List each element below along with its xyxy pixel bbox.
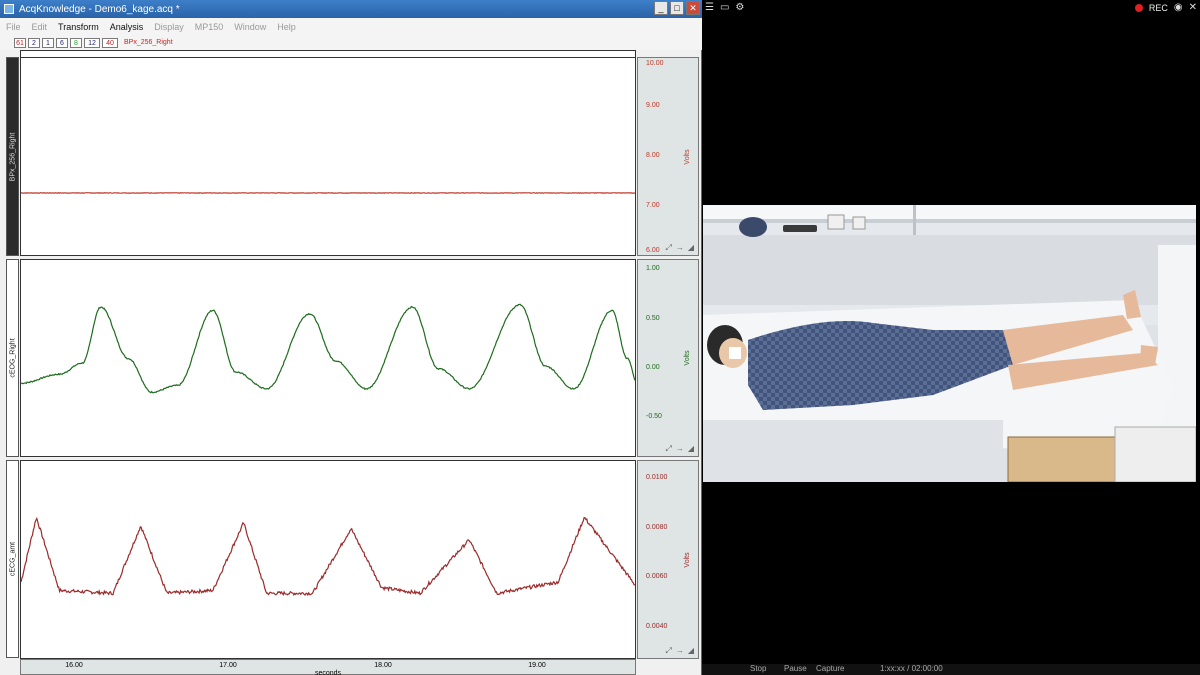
arrow-icon[interactable]: → — [676, 646, 684, 656]
scale-bpx[interactable]: 10.00 9.00 8.00 7.00 6.00 Volts ⤢ → ◢ — [637, 57, 699, 256]
scale-eog[interactable]: 1.00 0.50 0.00 -0.50 Volts ⤢ → ◢ — [637, 259, 699, 457]
menu-edit[interactable]: Edit — [32, 22, 48, 32]
camera-icon[interactable]: ◉ — [1174, 2, 1183, 13]
arrow-icon[interactable]: → — [676, 444, 684, 454]
window-title: AcqKnowledge - Demo6_kage.acq * — [19, 3, 180, 15]
desktop: AcqKnowledge - Demo6_kage.acq * _ □ ✕ Fi… — [0, 0, 1200, 675]
arrow-icon[interactable]: → — [676, 243, 684, 253]
toolbar-button-8[interactable]: 8 — [70, 37, 82, 48]
toolbar-button-6[interactable]: 6 — [56, 37, 68, 48]
tick-label: 0.0060 — [646, 573, 668, 580]
menu-bar: File Edit Transform Analysis Display MP1… — [0, 18, 702, 35]
tick-label: 10.00 — [646, 60, 664, 67]
x-tick-label: 19.00 — [528, 662, 546, 669]
menu-help[interactable]: Help — [277, 22, 296, 32]
minimize-button[interactable]: _ — [654, 1, 668, 15]
tick-label: 6.00 — [646, 247, 660, 254]
toolbar-button-2[interactable]: 2 — [28, 37, 40, 48]
unit-label: Volts — [683, 350, 691, 366]
channel-label-eog[interactable]: cEOG_Right — [6, 259, 19, 457]
tick-label: -0.50 — [646, 413, 662, 420]
scale-controls: ⤢ → ◢ — [665, 444, 694, 454]
video-frame[interactable] — [703, 205, 1196, 482]
plot-bpx[interactable] — [20, 57, 636, 256]
close-icon[interactable]: ✕ — [1189, 2, 1197, 13]
tick-label: 1.00 — [646, 265, 660, 272]
channel-label-ecg[interactable]: cECG_amt — [6, 460, 19, 658]
BPx_256_Right-trace — [21, 192, 636, 194]
resize-icon[interactable]: ◢ — [688, 646, 694, 656]
acqknowledge-window: AcqKnowledge - Demo6_kage.acq * _ □ ✕ Fi… — [0, 0, 702, 675]
x-tick-label: 17.00 — [219, 662, 237, 669]
menu-display[interactable]: Display — [154, 22, 184, 32]
tick-label: 0.50 — [646, 315, 660, 322]
x-tick-label: 16.00 — [65, 662, 83, 669]
channel-label-text: cEOG_Right — [9, 338, 16, 378]
app-icon — [4, 4, 14, 14]
video-image — [703, 205, 1196, 482]
tick-label: 8.00 — [646, 152, 660, 159]
cECG_amt-trace — [20, 516, 636, 597]
scale-controls: ⤢ → ◢ — [665, 243, 694, 253]
channel-label-text: BPx_256_Right — [9, 132, 16, 181]
scale-controls: ⤢ → ◢ — [665, 646, 694, 656]
autoscale-icon[interactable]: ⤢ — [665, 646, 671, 656]
bpx-chart — [21, 192, 636, 194]
eog-chart — [20, 303, 636, 394]
toolbar-button-40[interactable]: 40 — [102, 37, 118, 48]
toolbar: 61 2 1 6 8 12 40 BPx_256_Right — [0, 35, 702, 50]
channel-label-text: cECG_amt — [9, 541, 16, 577]
horizontal-strip — [20, 50, 636, 57]
time-axis[interactable]: 16.00 17.00 18.00 19.00 seconds — [20, 659, 636, 675]
title-bar[interactable]: AcqKnowledge - Demo6_kage.acq * _ □ ✕ — [0, 0, 702, 18]
resize-icon[interactable]: ◢ — [688, 243, 694, 253]
toolbar-button-12[interactable]: 12 — [84, 37, 100, 48]
menu-analysis[interactable]: Analysis — [110, 22, 144, 32]
unit-label: Volts — [683, 551, 691, 568]
x-tick-label: 18.00 — [374, 662, 392, 669]
pause-button[interactable]: Pause — [784, 664, 807, 673]
tick-label: 0.0040 — [646, 623, 668, 630]
rec-label[interactable]: REC — [1149, 3, 1168, 13]
video-window: ☰ ▭ ⚙ REC ◉ ✕ Stop Pause Capture 1:xx:xx… — [702, 0, 1200, 675]
video-left-icons: ☰ ▭ ⚙ — [705, 2, 744, 13]
window-controls: _ □ ✕ — [654, 1, 700, 15]
record-dot-icon[interactable] — [1134, 3, 1143, 12]
cEOG_Right-trace — [20, 303, 636, 394]
plot-ecg[interactable] — [20, 460, 636, 659]
autoscale-icon[interactable]: ⤢ — [665, 243, 671, 253]
ecg-chart — [20, 516, 636, 597]
active-channel-label: BPx_256_Right — [124, 39, 173, 46]
gear-icon[interactable]: ⚙ — [735, 2, 744, 13]
video-bottom-controls: Stop Pause Capture 1:xx:xx / 02:00:00 — [702, 664, 1200, 675]
tick-label: 0.00 — [646, 364, 660, 371]
x-axis-unit: seconds — [314, 670, 342, 675]
tick-label: 9.00 — [646, 102, 660, 109]
tick-label: 7.00 — [646, 202, 660, 209]
channel-label-bpx[interactable]: BPx_256_Right — [6, 57, 19, 256]
resize-icon[interactable]: ◢ — [688, 444, 694, 454]
menu-mp150[interactable]: MP150 — [195, 22, 224, 32]
tick-label: 0.0080 — [646, 524, 668, 531]
video-right-controls: REC ◉ ✕ — [1134, 2, 1197, 13]
menu-icon[interactable]: ☰ — [705, 2, 714, 13]
toolbar-button-61[interactable]: 61 — [14, 37, 26, 48]
plot-eog[interactable] — [20, 259, 636, 457]
toolbar-button-1[interactable]: 1 — [42, 37, 54, 48]
autoscale-icon[interactable]: ⤢ — [665, 444, 671, 454]
menu-window[interactable]: Window — [234, 22, 266, 32]
close-button[interactable]: ✕ — [686, 1, 700, 15]
unit-label: Volts — [683, 148, 691, 165]
menu-file[interactable]: File — [6, 22, 21, 32]
maximize-button[interactable]: □ — [670, 1, 684, 15]
timecode: 1:xx:xx / 02:00:00 — [880, 664, 943, 673]
video-toolbar: ☰ ▭ ⚙ REC ◉ ✕ — [702, 0, 1200, 16]
window-icon[interactable]: ▭ — [720, 2, 729, 13]
tick-label: 0.0100 — [646, 474, 668, 481]
scale-ecg[interactable]: 0.0100 0.0080 0.0060 0.0040 Volts ⤢ → ◢ — [637, 460, 699, 659]
capture-button[interactable]: Capture — [816, 664, 844, 673]
menu-transform[interactable]: Transform — [58, 22, 99, 32]
stop-button[interactable]: Stop — [750, 664, 766, 673]
